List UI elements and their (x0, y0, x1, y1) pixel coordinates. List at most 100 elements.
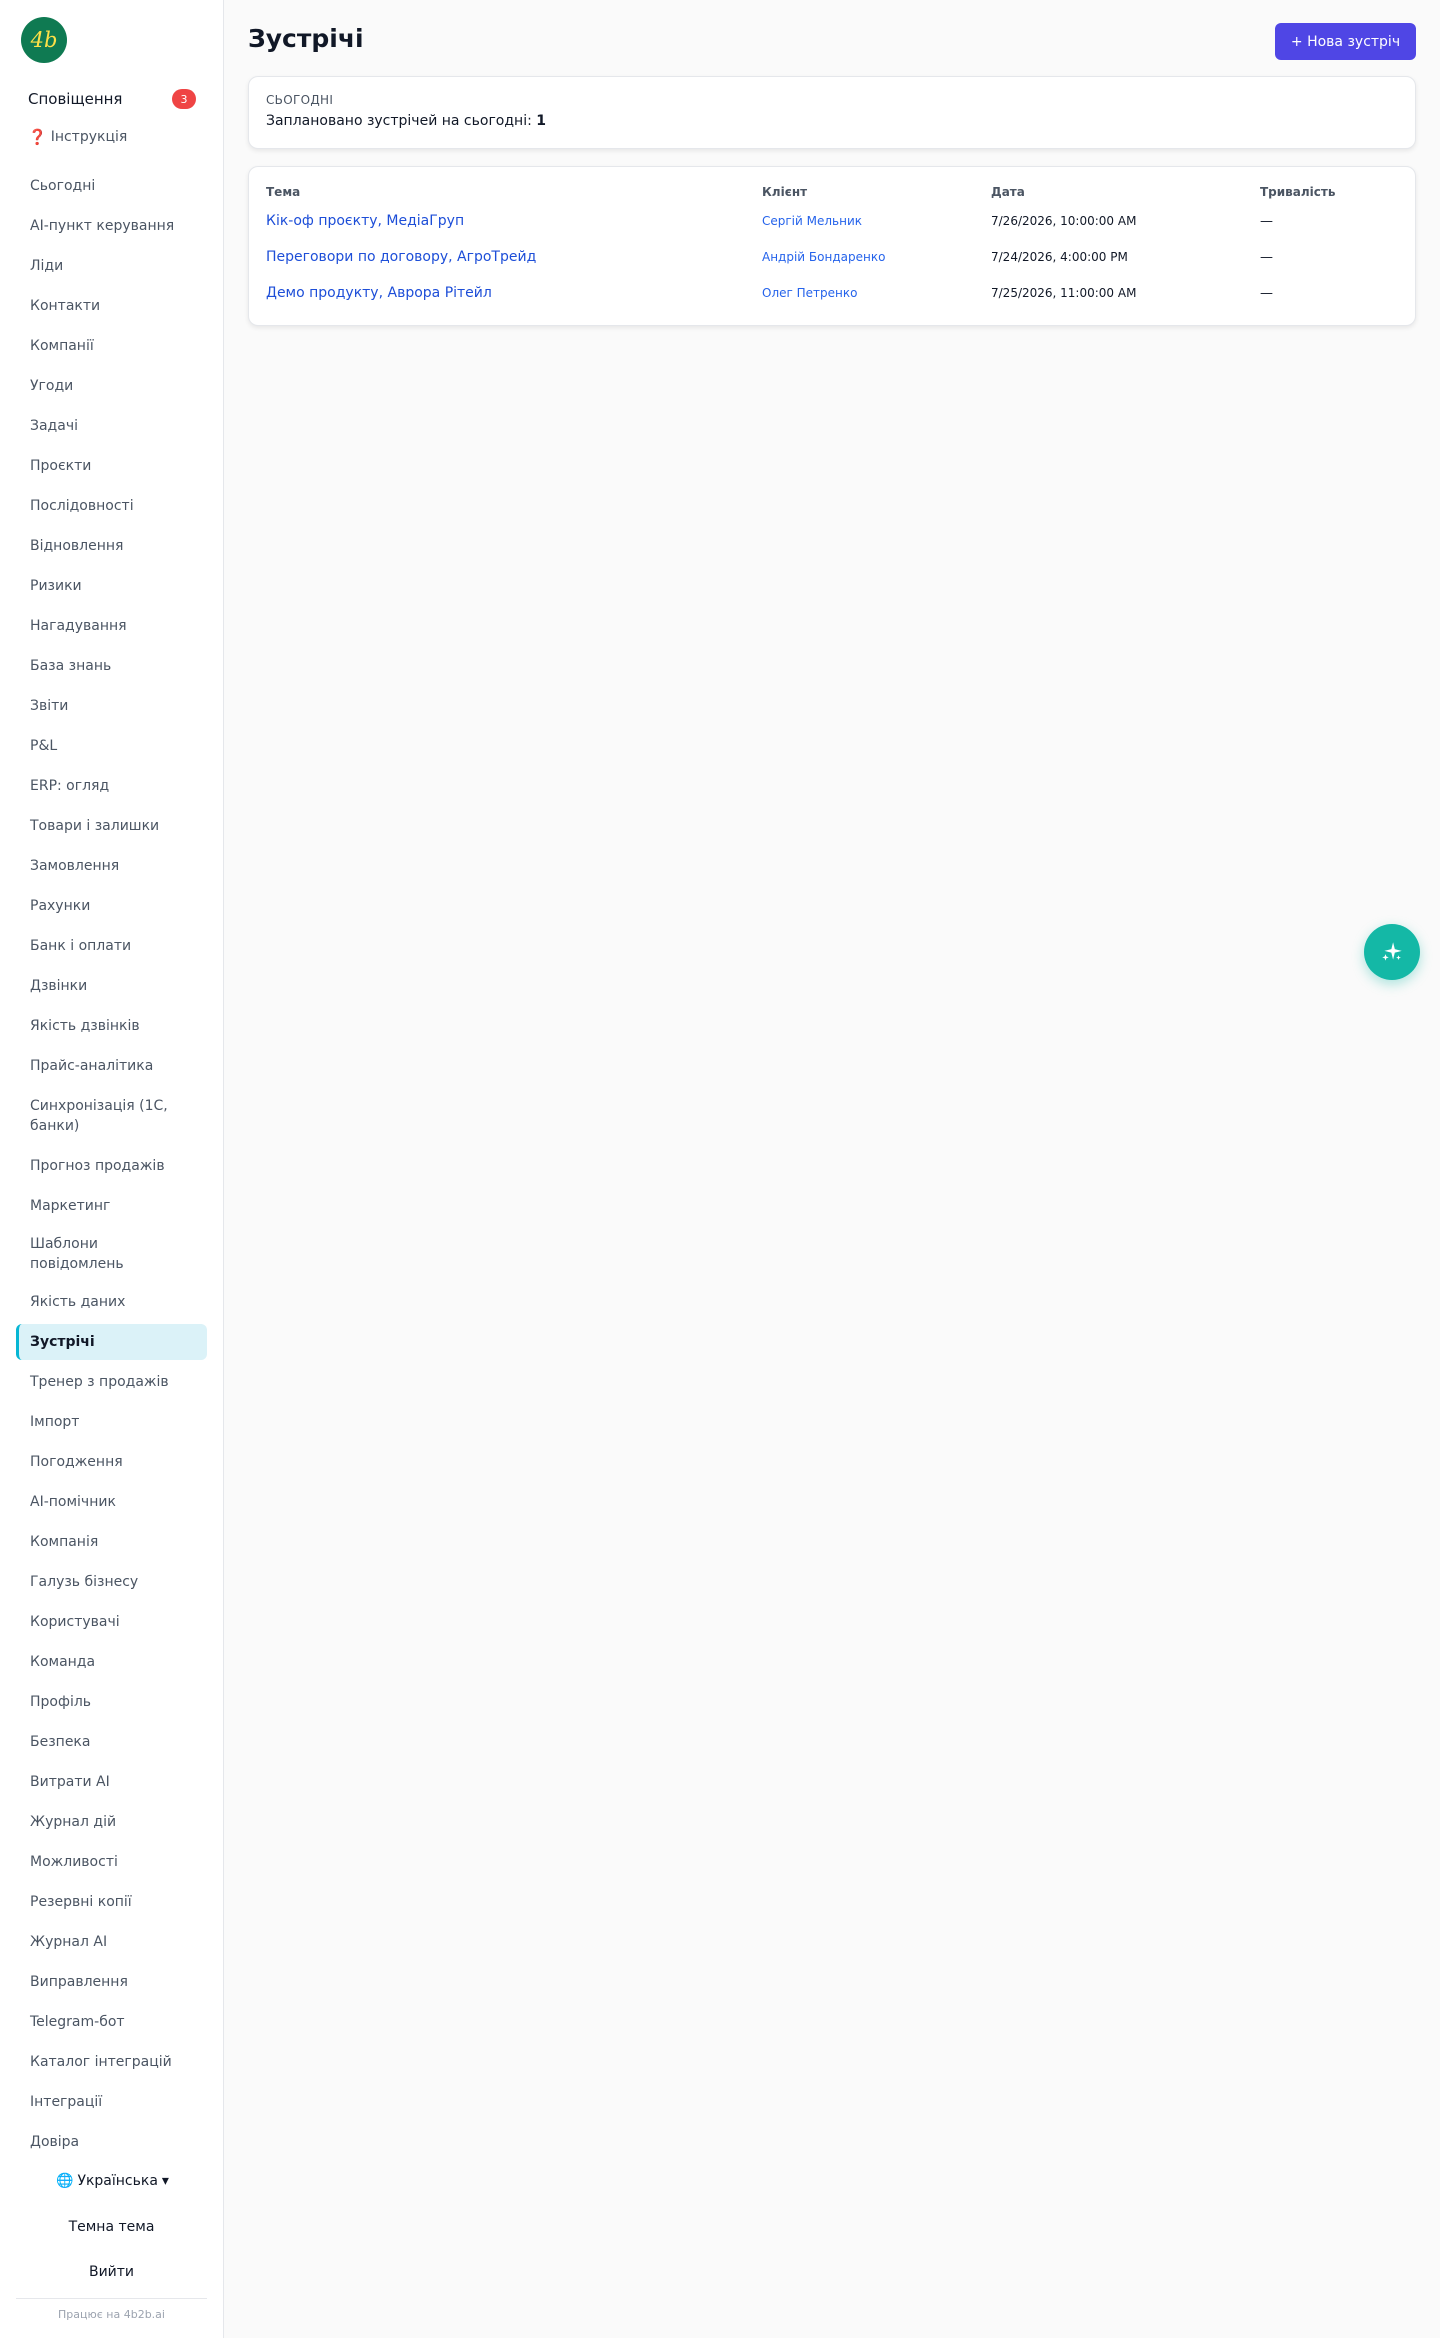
sidebar-item-28[interactable]: Зустрічі (16, 1324, 207, 1360)
sidebar-item-3[interactable]: Контакти (16, 288, 207, 324)
table-row: Кік-оф проєкту, МедіаГруп Сергій Мельник 7… (266, 203, 1398, 239)
sidebar-item-33[interactable]: Компанія (16, 1524, 207, 1560)
sidebar-item-43[interactable]: Журнал AI (16, 1924, 207, 1960)
sidebar-item-40[interactable]: Журнал дій (16, 1804, 207, 1840)
sidebar-item-7[interactable]: Проєкти (16, 448, 207, 484)
guide-link[interactable]: ❓ Інструкція (28, 128, 127, 146)
sidebar-item-38[interactable]: Безпека (16, 1724, 207, 1760)
sidebar-item-32[interactable]: AI-помічник (16, 1484, 207, 1520)
sidebar-item-18[interactable]: Рахунки (16, 888, 207, 924)
sidebar: 4b Сповіщення 3 ❓ Інструкція Сьогодні AI-… (0, 0, 224, 2338)
meeting-duration: — (1260, 250, 1273, 265)
sidebar-item-4[interactable]: Компанії (16, 328, 207, 364)
sidebar-item-37[interactable]: Профіль (16, 1684, 207, 1720)
meeting-duration: — (1260, 286, 1273, 301)
sidebar-item-39[interactable]: Витрати AI (16, 1764, 207, 1800)
table-cell: Андрій Бондаренко (762, 239, 991, 275)
meeting-topic-link[interactable]: Переговори по договору, АгроТрейд (266, 249, 536, 265)
column-header-client[interactable]: Клієнт (762, 167, 991, 203)
sidebar-item-11[interactable]: Нагадування (16, 608, 207, 644)
sidebar-item-35[interactable]: Користувачі (16, 1604, 207, 1640)
sidebar-item-31[interactable]: Погодження (16, 1444, 207, 1480)
today-count: 1 (536, 113, 547, 129)
table-cell: 7/25/2026, 11:00:00 AM (991, 275, 1260, 311)
ai-assistant-fab[interactable] (1364, 924, 1420, 980)
today-summary-text: Заплановано зустрічей на сьогодні: (266, 113, 532, 129)
sidebar-item-24[interactable]: Прогноз продажів (16, 1148, 207, 1184)
sidebar-item-41[interactable]: Можливості (16, 1844, 207, 1880)
sidebar-divider (16, 2298, 207, 2299)
table-cell: — (1260, 203, 1398, 239)
sidebar-item-25[interactable]: Маркетинг (16, 1188, 207, 1224)
today-label: СЬОГОДНІ (266, 93, 334, 107)
sidebar-item-14[interactable]: P&L (16, 728, 207, 764)
sidebar-item-8[interactable]: Послідовності (16, 488, 207, 524)
sidebar-item-1[interactable]: AI-пункт керування (16, 208, 207, 244)
meetings-table-card: Тема Клієнт Дата Тривалість Кік-оф проєк… (248, 166, 1416, 326)
sidebar-item-0[interactable]: Сьогодні (16, 168, 207, 204)
sidebar-item-30[interactable]: Імпорт (16, 1404, 207, 1440)
logo[interactable]: 4b (21, 17, 67, 63)
meeting-client-link[interactable]: Сергій Мельник (762, 214, 862, 228)
sidebar-item-29[interactable]: Тренер з продажів (16, 1364, 207, 1400)
chevron-down-icon: ▾ (161, 2173, 169, 2189)
sidebar-item-45[interactable]: Telegram-бот (16, 2004, 207, 2040)
sidebar-item-42[interactable]: Резервні копії (16, 1884, 207, 1920)
guide-label: Інструкція (50, 129, 128, 145)
sidebar-item-44[interactable]: Виправлення (16, 1964, 207, 2000)
sidebar-item-13[interactable]: Звіти (16, 688, 207, 724)
sidebar-item-22[interactable]: Прайс-аналітика (16, 1048, 207, 1084)
new-meeting-button[interactable]: + Нова зустріч (1275, 23, 1416, 60)
notifications-button[interactable]: Сповіщення 3 (16, 85, 200, 113)
sidebar-item-12[interactable]: База знань (16, 648, 207, 684)
sidebar-item-16[interactable]: Товари і залишки (16, 808, 207, 844)
table-cell: 7/24/2026, 4:00:00 PM (991, 239, 1260, 275)
sidebar-item-34[interactable]: Галузь бізнесу (16, 1564, 207, 1600)
sidebar-item-47[interactable]: Інтеграції (16, 2084, 207, 2120)
dark-theme-button[interactable]: Темна тема (16, 2210, 207, 2244)
sidebar-item-26[interactable]: Шаблони повідомлень (16, 1228, 207, 1280)
table-cell: 7/26/2026, 10:00:00 AM (991, 203, 1260, 239)
sidebar-item-36[interactable]: Команда (16, 1644, 207, 1680)
meeting-date: 7/24/2026, 4:00:00 PM (991, 250, 1128, 264)
sidebar-item-48[interactable]: Довіра (16, 2124, 207, 2160)
sparkles-icon (1382, 942, 1402, 961)
meeting-client-link[interactable]: Андрій Бондаренко (762, 250, 885, 264)
sidebar-item-10[interactable]: Ризики (16, 568, 207, 604)
notifications-label: Сповіщення (28, 90, 123, 108)
today-card: СЬОГОДНІ Заплановано зустрічей на сьогод… (248, 76, 1416, 149)
table-cell: Олег Петренко (762, 275, 991, 311)
meeting-client-link[interactable]: Олег Петренко (762, 286, 857, 300)
table-cell: Сергій Мельник (762, 203, 991, 239)
language-label: Українська (77, 2173, 158, 2189)
meeting-topic-link[interactable]: Демо продукту, Аврора Рітейл (266, 285, 492, 301)
sidebar-item-19[interactable]: Банк і оплати (16, 928, 207, 964)
sidebar-item-15[interactable]: ERP: огляд (16, 768, 207, 804)
table-cell: Переговори по договору, АгроТрейд (266, 239, 762, 275)
meeting-duration: — (1260, 214, 1273, 229)
column-header-date[interactable]: Дата (991, 167, 1260, 203)
language-select[interactable]: 🌐 Українська ▾ (56, 2173, 169, 2189)
sidebar-item-5[interactable]: Угоди (16, 368, 207, 404)
table-row: Переговори по договору, АгроТрейд Андрій … (266, 239, 1398, 275)
sidebar-item-17[interactable]: Замовлення (16, 848, 207, 884)
meeting-date: 7/25/2026, 11:00:00 AM (991, 286, 1137, 300)
sidebar-item-9[interactable]: Відновлення (16, 528, 207, 564)
meetings-table: Тема Клієнт Дата Тривалість Кік-оф проєк… (266, 167, 1398, 311)
sidebar-item-23[interactable]: Синхронізація (1С, банки) (16, 1088, 207, 1144)
page-title: Зустрічі (248, 24, 364, 53)
logout-button[interactable]: Вийти (16, 2255, 207, 2289)
meeting-topic-link[interactable]: Кік-оф проєкту, МедіаГруп (266, 213, 464, 229)
sidebar-item-27[interactable]: Якість даних (16, 1284, 207, 1320)
sidebar-item-20[interactable]: Дзвінки (16, 968, 207, 1004)
sidebar-item-2[interactable]: Ліди (16, 248, 207, 284)
meeting-date: 7/26/2026, 10:00:00 AM (991, 214, 1137, 228)
notifications-count-badge: 3 (172, 89, 196, 109)
globe-icon: 🌐 (56, 2173, 74, 2189)
sidebar-item-21[interactable]: Якість дзвінків (16, 1008, 207, 1044)
column-header-topic[interactable]: Тема (266, 167, 762, 203)
sidebar-item-6[interactable]: Задачі (16, 408, 207, 444)
column-header-duration[interactable]: Тривалість (1260, 167, 1398, 203)
sidebar-item-46[interactable]: Каталог інтеграцій (16, 2044, 207, 2080)
table-cell: — (1260, 275, 1398, 311)
